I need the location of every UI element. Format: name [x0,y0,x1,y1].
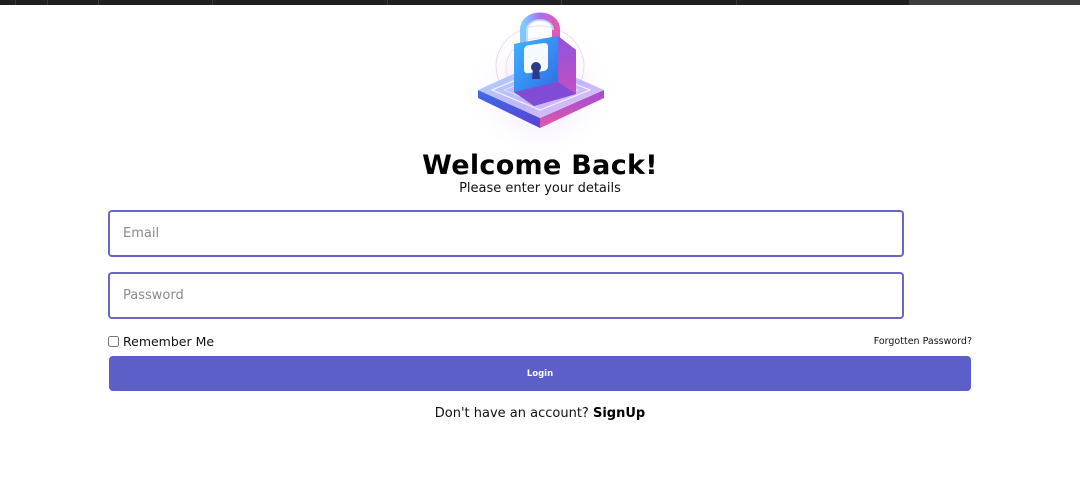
signup-prompt-text: Don't have an account? [434,406,589,421]
password-field[interactable] [108,272,904,319]
padlock-illustration-icon [468,12,612,152]
tab-segment[interactable] [388,0,562,5]
browser-tab-strip [0,0,1080,5]
remember-me-checkbox[interactable] [108,336,119,347]
remember-me-label: Remember Me [123,334,215,349]
tab-segment[interactable] [48,0,99,5]
email-field[interactable] [108,210,904,257]
signup-link[interactable]: SignUp [593,406,645,421]
page-subtitle: Please enter your details [459,181,621,196]
forgot-password-link[interactable]: Forgotten Password? [874,336,972,347]
login-button[interactable]: Login [109,356,971,391]
tab-segment-active[interactable] [910,0,1080,5]
tab-segment[interactable] [737,0,910,5]
remember-me[interactable]: Remember Me [108,334,214,349]
tab-segment[interactable] [99,0,213,5]
tab-segment[interactable] [213,0,388,5]
tab-segment[interactable] [0,0,16,5]
signup-prompt: Don't have an account? SignUp [0,406,1080,421]
tab-segment[interactable] [562,0,737,5]
page-title: Welcome Back! [422,150,658,181]
tab-segment[interactable] [16,0,48,5]
